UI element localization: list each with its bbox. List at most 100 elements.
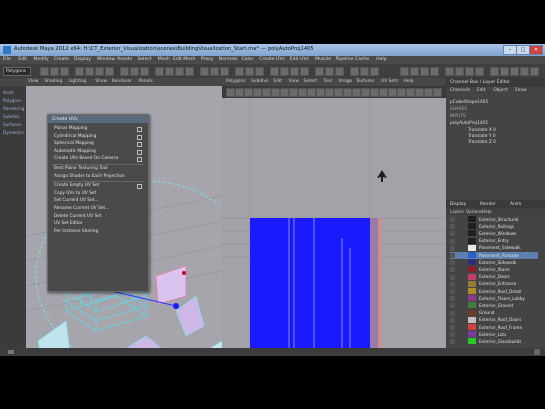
channel-tab-edit[interactable]: Edit (477, 88, 486, 93)
layer-row[interactable]: Exterior_Lots (450, 331, 538, 338)
uv-tool-icon[interactable] (226, 88, 235, 97)
shelf-tool-icon[interactable] (290, 67, 299, 76)
menu-file[interactable]: File (3, 57, 11, 62)
layer-color-swatch[interactable] (468, 302, 476, 309)
shelf-tool-icon[interactable] (255, 67, 264, 76)
tool-tab-anim[interactable]: Anim (3, 90, 14, 95)
menu-item-per-instance-sharing[interactable]: Per Instance Sharing (54, 229, 98, 234)
layer-visibility-toggle[interactable] (450, 332, 455, 338)
option-box-icon[interactable] (137, 127, 142, 132)
layer-row[interactable]: Pavement_Sidewalk (450, 244, 538, 252)
option-box-icon[interactable] (137, 157, 142, 163)
uv-tool-icon[interactable] (388, 88, 397, 97)
channel-attribute[interactable]: Translate X 0 (468, 128, 496, 133)
layer-tab-render[interactable]: Render (480, 202, 496, 207)
layer-visibility-toggle[interactable] (450, 289, 455, 294)
menu-modify[interactable]: Modify (33, 57, 48, 62)
shelf-tool-icon[interactable] (455, 67, 464, 76)
shelf-tool-icon[interactable] (75, 67, 84, 76)
tool-tab-surfaces[interactable]: Surfaces (3, 122, 21, 127)
shelf-tool-icon[interactable] (175, 67, 184, 76)
shelf-tool-icon[interactable] (165, 67, 174, 76)
tool-tab-polygons[interactable]: Polygons (3, 98, 22, 103)
close-button[interactable]: ✕ (529, 45, 543, 55)
shelf-tool-icon[interactable] (465, 67, 474, 76)
viewport-menu-renderer[interactable]: Renderer (112, 79, 132, 84)
shelf-tool-icon[interactable] (500, 67, 509, 76)
uv-tool-icon[interactable] (343, 88, 352, 97)
layer-color-swatch[interactable] (468, 324, 476, 330)
layer-color-swatch[interactable] (468, 259, 476, 266)
uv-tool-icon[interactable] (397, 88, 406, 97)
uv-tool-icon[interactable] (262, 88, 271, 97)
menu-item-cylindrical-mapping[interactable]: Cylindrical Mapping (54, 134, 96, 139)
shelf-tool-icon[interactable] (370, 67, 379, 76)
menu-item-delete-current-uv-set[interactable]: Delete Current UV Set (54, 214, 102, 219)
layer-menu-options[interactable]: Options (466, 209, 482, 214)
layer-visibility-toggle[interactable] (450, 217, 455, 222)
uv-tool-icon[interactable] (370, 88, 379, 97)
menu-item-uv-set-editor[interactable]: UV Set Editor (54, 221, 83, 226)
uv-tool-icon[interactable] (280, 88, 289, 97)
layer-row[interactable]: Exterior_Roof_Detail (450, 288, 538, 295)
menu-item-automatic-mapping[interactable]: Automatic Mapping (54, 149, 96, 154)
menu-item-create-uvs-based-on-camera[interactable]: Create UVs Based On Camera (54, 156, 118, 161)
shelf-tool-icon[interactable] (245, 67, 254, 76)
uv-menu-view[interactable]: View (289, 79, 299, 84)
menu-proxy[interactable]: Proxy (201, 57, 214, 62)
shelf-tool-icon[interactable] (120, 67, 129, 76)
menu-item-set-current-uv-set[interactable]: Set Current UV Set… (54, 198, 99, 203)
uv-tool-icon[interactable] (352, 88, 361, 97)
layer-visibility-toggle[interactable] (450, 267, 455, 273)
viewport-menu-show[interactable]: Show (95, 79, 107, 84)
channel-tab-show[interactable]: Show (515, 88, 527, 93)
uv-menu-help[interactable]: Help (404, 79, 414, 84)
layer-visibility-toggle[interactable] (450, 238, 455, 244)
uv-grid-svg[interactable] (222, 98, 446, 348)
layer-color-swatch[interactable] (468, 266, 476, 273)
shelf-tool-icon[interactable] (50, 67, 59, 76)
maximize-button[interactable]: □ (516, 45, 530, 55)
shelf-tool-icon[interactable] (510, 67, 519, 76)
menu-create[interactable]: Create (54, 57, 69, 62)
shelf-tool-icon[interactable] (350, 67, 359, 76)
menu-normals[interactable]: Normals (219, 57, 238, 62)
projection-plane[interactable] (37, 320, 71, 348)
shelf-tool-icon[interactable] (420, 67, 429, 76)
channel-tab-object[interactable]: Object (493, 88, 507, 93)
menu-color[interactable]: Color (242, 57, 254, 62)
layer-row[interactable]: Exterior_Ground (450, 302, 538, 309)
menu-assets[interactable]: Assets (117, 57, 132, 62)
shelf-tool-icon[interactable] (430, 67, 439, 76)
layer-color-swatch[interactable] (468, 273, 476, 280)
layer-row[interactable]: Exterior_Structural (450, 216, 538, 223)
menu-item-copy-uvs-to-uv-set[interactable]: Copy UVs to UV Set (54, 191, 96, 196)
option-box-icon[interactable] (137, 149, 142, 155)
shelf-tool-icon[interactable] (85, 67, 94, 76)
uv-tool-icon[interactable] (316, 88, 325, 97)
shelf-tool-icon[interactable] (335, 67, 344, 76)
viewport-menu-panels[interactable]: Panels (139, 79, 153, 84)
layer-color-swatch[interactable] (468, 309, 476, 316)
layer-color-swatch[interactable] (468, 316, 476, 323)
shelf-tool-icon[interactable] (300, 67, 309, 76)
uv-menu-edit[interactable]: Edit (274, 79, 283, 84)
shelf-tool-icon[interactable] (140, 67, 149, 76)
tool-tab-dynamics[interactable]: Dynamics (3, 130, 24, 135)
layer-menu-help[interactable]: Help (482, 209, 492, 214)
menu-muscle[interactable]: Muscle (315, 57, 331, 62)
shelf-tool-icon[interactable] (315, 67, 324, 76)
uv-tool-icon[interactable] (244, 88, 253, 97)
viewport-menu-view[interactable]: View (28, 79, 38, 84)
input-node-name[interactable]: polyAutoProj1405 (450, 121, 488, 126)
menu-set-dropdown[interactable]: Polygons (3, 67, 31, 76)
uv-menu-select[interactable]: Select (304, 79, 318, 84)
option-box-icon[interactable] (137, 134, 142, 140)
layer-row[interactable]: Exterior_Stairs (450, 266, 538, 273)
object-name[interactable]: pCubeShape1405 (450, 100, 488, 105)
uv-texture-editor[interactable]: Polygons Subdivs Edit View Select Tool Image Te… (222, 78, 446, 348)
menu-item-assign-shader-to-each-projection[interactable]: Assign Shader to Each Projection (54, 174, 125, 179)
shelf-tool-icon[interactable] (520, 67, 529, 76)
menu-edit[interactable]: Edit (18, 57, 27, 62)
shelf-tool-icon[interactable] (270, 67, 279, 76)
